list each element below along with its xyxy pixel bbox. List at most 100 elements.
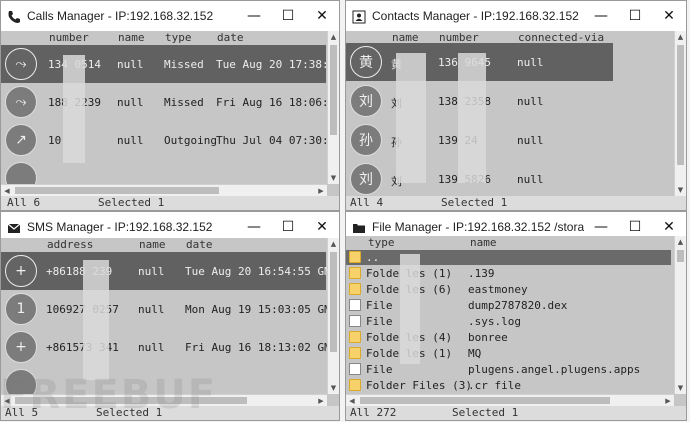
status-selected: Selected 1: [452, 406, 519, 419]
redaction: [396, 53, 426, 183]
scroll-left-icon[interactable]: ◀: [1, 185, 13, 196]
table-row[interactable]: ⤳ 188 2239 null Missed Fri Aug 16 18:06:…: [1, 83, 339, 121]
status-all: All 272: [350, 406, 397, 419]
scrollbar-thumb[interactable]: [15, 187, 219, 194]
folder-icon: [349, 347, 361, 359]
scroll-down-icon[interactable]: ▼: [675, 382, 686, 394]
avatar: +: [5, 255, 37, 287]
calls-window-title: Calls Manager - IP:192.168.32.152: [27, 9, 214, 23]
list-item[interactable]: Folde les (1) MQ: [346, 346, 671, 361]
avatar: 1: [5, 293, 37, 325]
col-name[interactable]: name: [470, 236, 497, 249]
list-item[interactable]: File dump2787820.dex: [346, 298, 671, 313]
file-icon: [349, 299, 361, 311]
scroll-up-icon[interactable]: ▲: [675, 31, 686, 43]
envelope-icon: [7, 220, 21, 234]
calls-manager-window: Calls Manager - IP:192.168.32.152 — ☐ ✕ …: [0, 0, 340, 211]
redaction: [63, 55, 85, 163]
scroll-up-icon[interactable]: ▲: [675, 236, 686, 248]
scrollbar-thumb[interactable]: [677, 45, 684, 165]
col-name[interactable]: name: [139, 238, 166, 251]
freebuf-watermark: FREEBUF: [0, 372, 218, 418]
contacts-manager-window: Contacts Manager - IP:192.168.32.152 — ☐…: [345, 0, 687, 211]
list-item[interactable]: ..: [346, 250, 671, 265]
calls-title-bar[interactable]: Calls Manager - IP:192.168.32.152 — ☐ ✕: [1, 1, 339, 31]
close-icon[interactable]: ✕: [652, 1, 686, 31]
scrollbar-thumb[interactable]: [330, 252, 337, 352]
missed-call-icon: ⤳: [5, 86, 37, 118]
avatar: 孙: [350, 124, 382, 156]
list-item[interactable]: Folde les (6) eastmoney: [346, 282, 671, 297]
table-row[interactable]: 孙 孙 139 24 null: [346, 121, 671, 159]
contacts-list[interactable]: name number connected-via 黄 黄 136 9645 n…: [346, 31, 686, 196]
scrollbar-thumb[interactable]: [330, 45, 337, 135]
horizontal-scrollbar[interactable]: ◀ ▶: [1, 184, 327, 196]
scrollbar-thumb[interactable]: [360, 397, 610, 404]
folder-icon: [352, 220, 366, 234]
table-row[interactable]: 刘 刘 138 2358 null: [346, 82, 671, 120]
vertical-scrollbar[interactable]: ▲ ▼: [674, 236, 686, 394]
scrollbar-thumb[interactable]: [677, 250, 684, 262]
minimize-icon[interactable]: —: [237, 1, 271, 31]
calls-list[interactable]: number name type date ⤳ 134 0514 null Mi…: [1, 31, 339, 196]
status-selected: Selected 1: [441, 196, 508, 209]
scroll-right-icon[interactable]: ▶: [662, 395, 674, 406]
contacts-title-bar[interactable]: Contacts Manager - IP:192.168.32.152 — ☐…: [346, 1, 686, 31]
sms-header: address name date: [1, 238, 339, 252]
list-item[interactable]: Folder Files (3) .cr file: [346, 378, 671, 393]
table-row[interactable]: + +861573 341 null Fri Aug 16 18:13:02 G…: [1, 328, 339, 366]
file-manager-window: File Manager - IP:192.168.32.152 /storag…: [345, 211, 687, 421]
table-row[interactable]: ⤳ 134 0514 null Missed Tue Aug 20 17:38:…: [1, 45, 339, 83]
avatar: +: [5, 331, 37, 363]
scroll-right-icon[interactable]: ▶: [315, 185, 327, 196]
contacts-icon: [352, 9, 366, 24]
horizontal-scrollbar[interactable]: ◀ ▶: [346, 394, 674, 406]
col-date[interactable]: date: [217, 31, 244, 44]
col-name[interactable]: name: [118, 31, 145, 44]
contacts-window-title: Contacts Manager - IP:192.168.32.152: [372, 9, 579, 23]
table-row[interactable]: + +86188 239 null Tue Aug 20 16:54:55 GM…: [1, 252, 339, 290]
maximize-icon[interactable]: ☐: [618, 1, 652, 31]
scroll-up-icon[interactable]: ▲: [328, 31, 339, 43]
scroll-up-icon[interactable]: ▲: [328, 238, 339, 250]
table-row[interactable]: 1 106927 0257 null Mon Aug 19 15:03:05 G…: [1, 290, 339, 328]
vertical-scrollbar[interactable]: ▲ ▼: [327, 31, 339, 184]
phone-icon: [7, 9, 21, 23]
avatar: 黄: [350, 46, 382, 78]
files-list[interactable]: type name .. Folde les (1) .139 Folde le…: [346, 236, 686, 406]
scroll-down-icon[interactable]: ▼: [328, 382, 339, 394]
minimize-icon[interactable]: —: [584, 1, 618, 31]
redaction: [83, 260, 109, 380]
col-number[interactable]: number: [49, 31, 89, 44]
vertical-scrollbar[interactable]: ▲ ▼: [674, 31, 686, 196]
col-date[interactable]: date: [186, 238, 213, 251]
vertical-scrollbar[interactable]: ▲ ▼: [327, 238, 339, 394]
scroll-down-icon[interactable]: ▼: [675, 184, 686, 196]
status-selected: Selected 1: [98, 196, 165, 209]
files-header: type name: [346, 236, 686, 250]
close-icon[interactable]: ✕: [305, 1, 339, 31]
scroll-left-icon[interactable]: ◀: [346, 395, 358, 406]
col-type[interactable]: type: [165, 31, 192, 44]
maximize-icon[interactable]: ☐: [271, 1, 305, 31]
status-all: All 6: [7, 196, 41, 209]
status-all: All 4: [350, 196, 384, 209]
table-row[interactable]: 刘 刘 139 5826 null: [346, 160, 671, 196]
files-status-bar: All 272 Selected 1: [346, 406, 686, 420]
list-item[interactable]: File .sys.log: [346, 314, 671, 329]
missed-call-icon: ⤳: [5, 48, 37, 80]
contacts-status-bar: All 4 Selected 1: [346, 196, 686, 210]
redaction: [400, 254, 420, 364]
folder-icon: [349, 331, 361, 343]
folder-icon: [349, 283, 361, 295]
scroll-right-icon[interactable]: ▶: [315, 395, 327, 406]
table-row[interactable]: ↗ 10 null Outgoing Thu Jul 04 07:30:20: [1, 121, 339, 159]
list-item[interactable]: Folde les (4) bonree: [346, 330, 671, 345]
files-window-title: File Manager - IP:192.168.32.152 /storag…: [372, 220, 584, 234]
col-type[interactable]: type: [368, 236, 395, 249]
col-address[interactable]: address: [47, 238, 93, 251]
list-item[interactable]: Folde les (1) .139: [346, 266, 671, 281]
list-item[interactable]: File plugens.angel.plugens.apps: [346, 362, 671, 377]
file-icon: [349, 363, 361, 375]
scroll-down-icon[interactable]: ▼: [328, 172, 339, 184]
